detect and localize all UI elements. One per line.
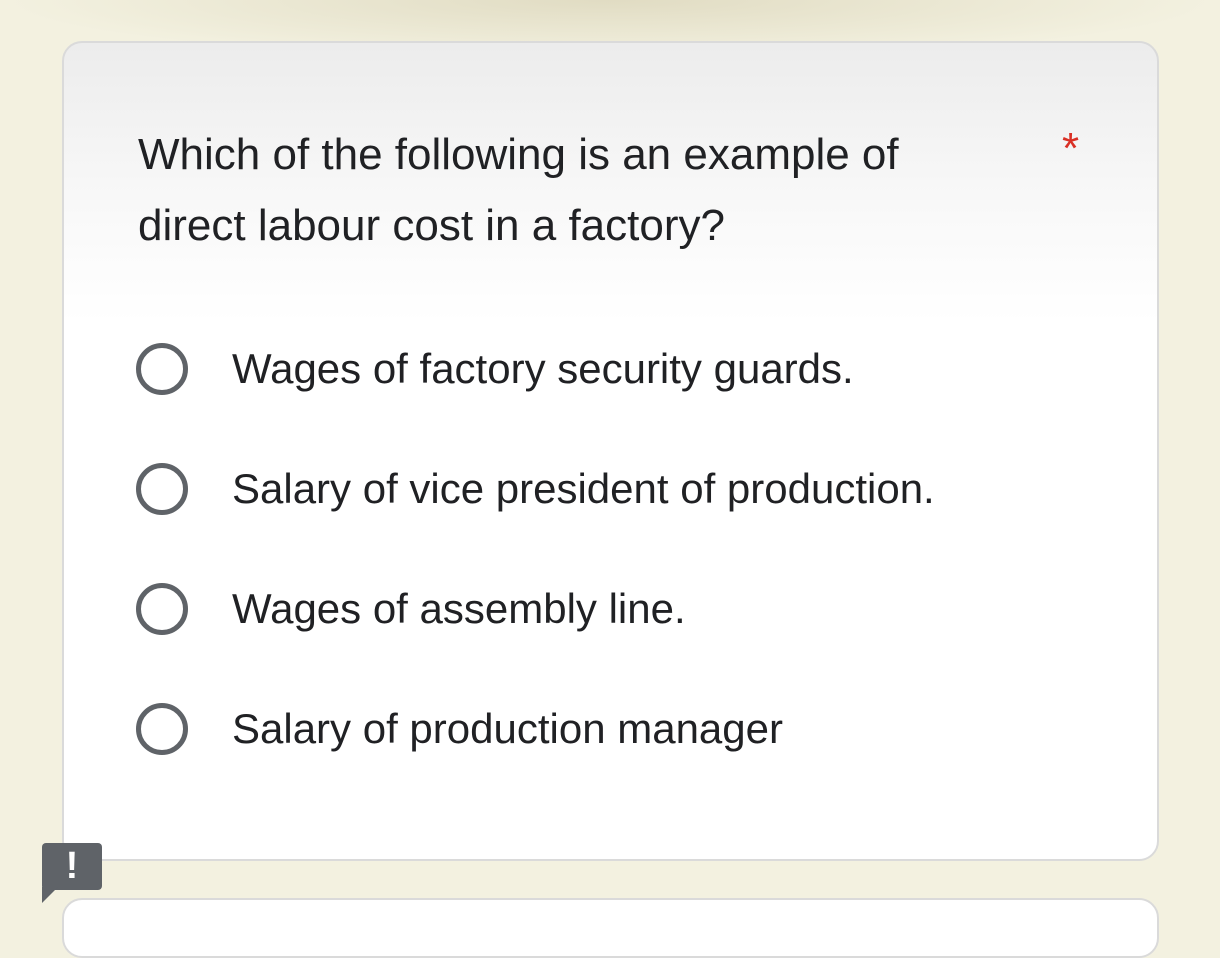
question-title: Which of the following is an example of …: [138, 130, 899, 250]
radio-button-icon[interactable]: [136, 583, 188, 635]
radio-option[interactable]: Wages of assembly line.: [136, 577, 686, 641]
option-label: Salary of vice president of production.: [232, 465, 935, 512]
radio-option[interactable]: Salary of production manager: [136, 697, 783, 761]
required-indicator: *: [1062, 124, 1080, 173]
radio-button-icon[interactable]: [136, 463, 188, 515]
speech-bubble-tail: [42, 887, 58, 903]
option-label: Wages of factory security guards.: [232, 345, 854, 392]
radio-button-icon[interactable]: [136, 703, 188, 755]
next-card: [62, 898, 1159, 958]
question-card: Which of the following is an example of …: [62, 41, 1159, 861]
option-label: Wages of assembly line.: [232, 585, 686, 632]
radio-option[interactable]: Wages of factory security guards.: [136, 337, 854, 401]
option-label: Salary of production manager: [232, 705, 783, 752]
exclamation-icon: !: [65, 845, 79, 887]
radio-button-icon[interactable]: [136, 343, 188, 395]
radio-option[interactable]: Salary of vice president of production.: [136, 457, 935, 521]
report-problem-button[interactable]: !: [42, 843, 102, 903]
